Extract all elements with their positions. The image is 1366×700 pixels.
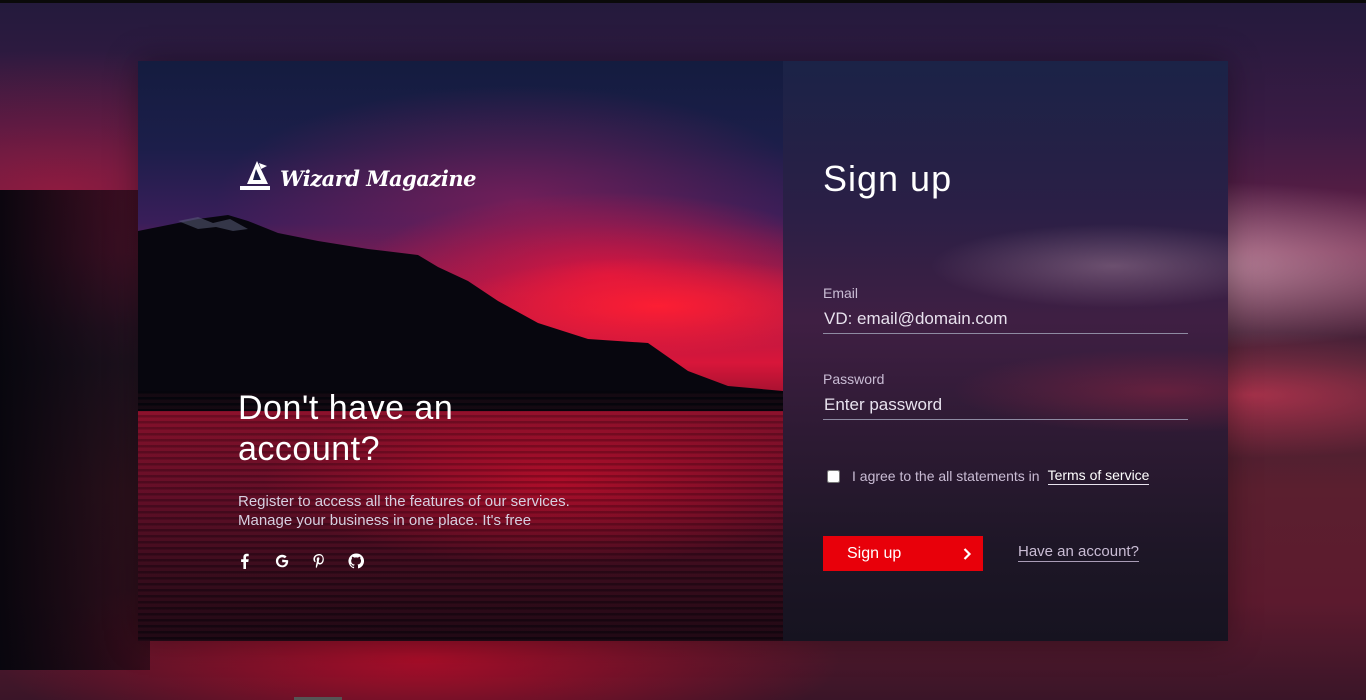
signup-card: Wizard Magazine Don't have an account? R… bbox=[138, 61, 1228, 641]
agree-text: I agree to the all statements in bbox=[852, 468, 1040, 484]
google-icon[interactable] bbox=[273, 552, 291, 570]
promo-subtext: Register to access all the features of o… bbox=[238, 492, 658, 530]
password-label: Password bbox=[823, 371, 885, 387]
signup-form-panel: Sign up Email Password I agree to the al… bbox=[783, 61, 1228, 641]
password-group: Password bbox=[823, 371, 1188, 420]
social-links bbox=[236, 552, 365, 570]
window-top-bar bbox=[0, 0, 1366, 3]
email-label: Email bbox=[823, 285, 859, 301]
promo-headline: Don't have an account? bbox=[238, 389, 454, 468]
promo-subtext-line2: Manage your business in one place. It's … bbox=[238, 512, 532, 529]
chevron-right-icon bbox=[963, 547, 972, 560]
background-shadow bbox=[0, 190, 150, 670]
email-field[interactable] bbox=[823, 305, 1188, 334]
terms-of-service-link[interactable]: Terms of service bbox=[1047, 467, 1150, 485]
sign-up-button-label: Sign up bbox=[847, 544, 902, 562]
pinterest-icon[interactable] bbox=[310, 552, 328, 570]
brand-logo[interactable]: Wizard Magazine bbox=[237, 160, 476, 196]
github-icon[interactable] bbox=[347, 552, 365, 570]
promo-panel: Wizard Magazine Don't have an account? R… bbox=[138, 61, 783, 641]
agree-checkbox[interactable] bbox=[827, 469, 840, 483]
facebook-icon[interactable] bbox=[236, 552, 254, 570]
mountain-silhouette bbox=[138, 215, 783, 411]
password-field[interactable] bbox=[823, 391, 1188, 420]
promo-subtext-line1: Register to access all the features of o… bbox=[238, 493, 570, 510]
brand-name: Wizard Magazine bbox=[280, 165, 476, 191]
form-title: Sign up bbox=[823, 158, 953, 199]
terms-agreement: I agree to the all statements in Terms o… bbox=[827, 467, 1150, 485]
email-group: Email bbox=[823, 285, 1188, 334]
sign-up-button[interactable]: Sign up bbox=[823, 536, 983, 571]
have-account-link[interactable]: Have an account? bbox=[1018, 543, 1139, 562]
wizard-hat-icon bbox=[240, 161, 270, 190]
